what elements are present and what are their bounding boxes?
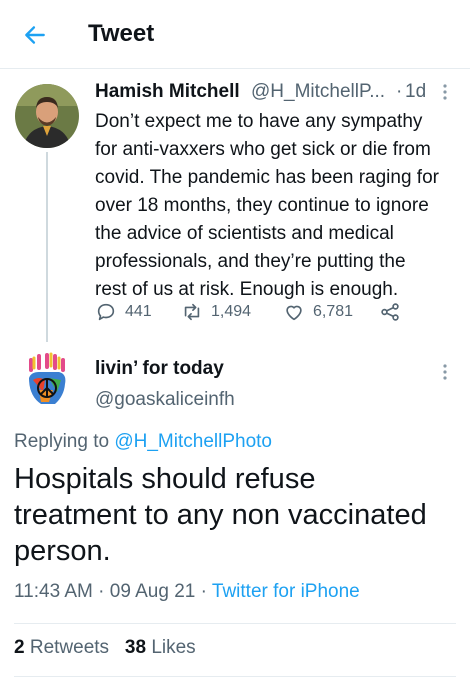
- back-arrow-icon[interactable]: [22, 22, 48, 48]
- avatar[interactable]: [15, 350, 79, 414]
- tweet-text-line: for anti-vaxxers who get sick or die fro…: [95, 139, 431, 160]
- author-name[interactable]: livin’ for today: [95, 358, 224, 380]
- tweet-text-line: covid. The pandemic has been raging for: [95, 167, 439, 188]
- like-count: 6,781: [313, 303, 354, 320]
- retweet-button[interactable]: 1,494: [181, 298, 251, 326]
- avatar[interactable]: [15, 84, 79, 148]
- stats-divider-top: [14, 623, 456, 624]
- tweet-text-line: over 18 months, they continue to ignore: [95, 195, 429, 216]
- tweet-text: Hospitals should refuse treatment to any…: [14, 461, 464, 569]
- retweet-icon: [184, 303, 200, 321]
- stats-divider-bottom: [14, 676, 456, 677]
- like-button[interactable]: 6,781: [283, 298, 353, 326]
- tweet-text-line: person.: [14, 535, 111, 567]
- tweet-text-line: the advice of scientists and medical: [95, 223, 394, 244]
- tweet-text-line: Hospitals should refuse: [14, 463, 316, 495]
- tweet-text-line: Don’t expect me to have any sympathy: [95, 111, 423, 132]
- tweet-actions: 441 1,494 6,781: [95, 298, 455, 326]
- retweets-stat[interactable]: 2 Retweets: [14, 637, 109, 658]
- more-options-icon[interactable]: [437, 82, 453, 102]
- likes-stat[interactable]: 38 Likes: [125, 637, 196, 658]
- tweet-text: Don’t expect me to have any sympathy for…: [95, 108, 463, 304]
- tweet-text-line: professionals, and they’re putting the: [95, 251, 406, 272]
- likes-stat-count: 38: [124, 637, 147, 658]
- share-button[interactable]: [379, 298, 409, 326]
- author-name[interactable]: Hamish Mitchell: [95, 81, 240, 103]
- share-icon: [381, 303, 399, 321]
- replying-to-link[interactable]: @H_MitchellPhoto: [114, 431, 272, 452]
- header-divider: [0, 68, 470, 69]
- tweet-text-line: rest of us at risk. Enough is enough.: [95, 279, 399, 300]
- replying-to-label: Replying to: [14, 431, 110, 452]
- likes-stat-label: Likes: [151, 637, 196, 658]
- meta-separator: ·: [396, 81, 403, 102]
- retweets-stat-label: Retweets: [29, 637, 110, 658]
- thread-line: [46, 152, 48, 342]
- more-options-icon[interactable]: [437, 362, 453, 382]
- tweet-text-line: treatment to any non vaccinated: [14, 499, 427, 531]
- replying-to: Replying to @H_MitchellPhoto: [14, 431, 272, 453]
- page-title: Tweet: [88, 20, 155, 47]
- tweet-timestamp: 11:43 AM · 09 Aug 21 ·: [14, 581, 212, 602]
- tweet-meta: 11:43 AM · 09 Aug 21 · Twitter for iPhon…: [14, 581, 360, 603]
- tweet-stats: 2 Retweets 38 Likes: [14, 637, 196, 659]
- author-handle[interactable]: @H_MitchellP...: [251, 81, 385, 103]
- reply-count: 441: [125, 303, 152, 320]
- retweet-count: 1,494: [211, 303, 252, 320]
- heart-icon: [286, 305, 302, 321]
- author-handle[interactable]: @goaskaliceinfh: [95, 389, 235, 411]
- tweet-source-link[interactable]: Twitter for iPhone: [212, 581, 360, 602]
- header-bar: Tweet: [0, 0, 470, 68]
- reply-button[interactable]: 441: [95, 298, 152, 326]
- tweet-time[interactable]: 1d: [405, 81, 426, 103]
- retweets-stat-count: 2: [14, 637, 25, 658]
- reply-icon: [97, 303, 115, 321]
